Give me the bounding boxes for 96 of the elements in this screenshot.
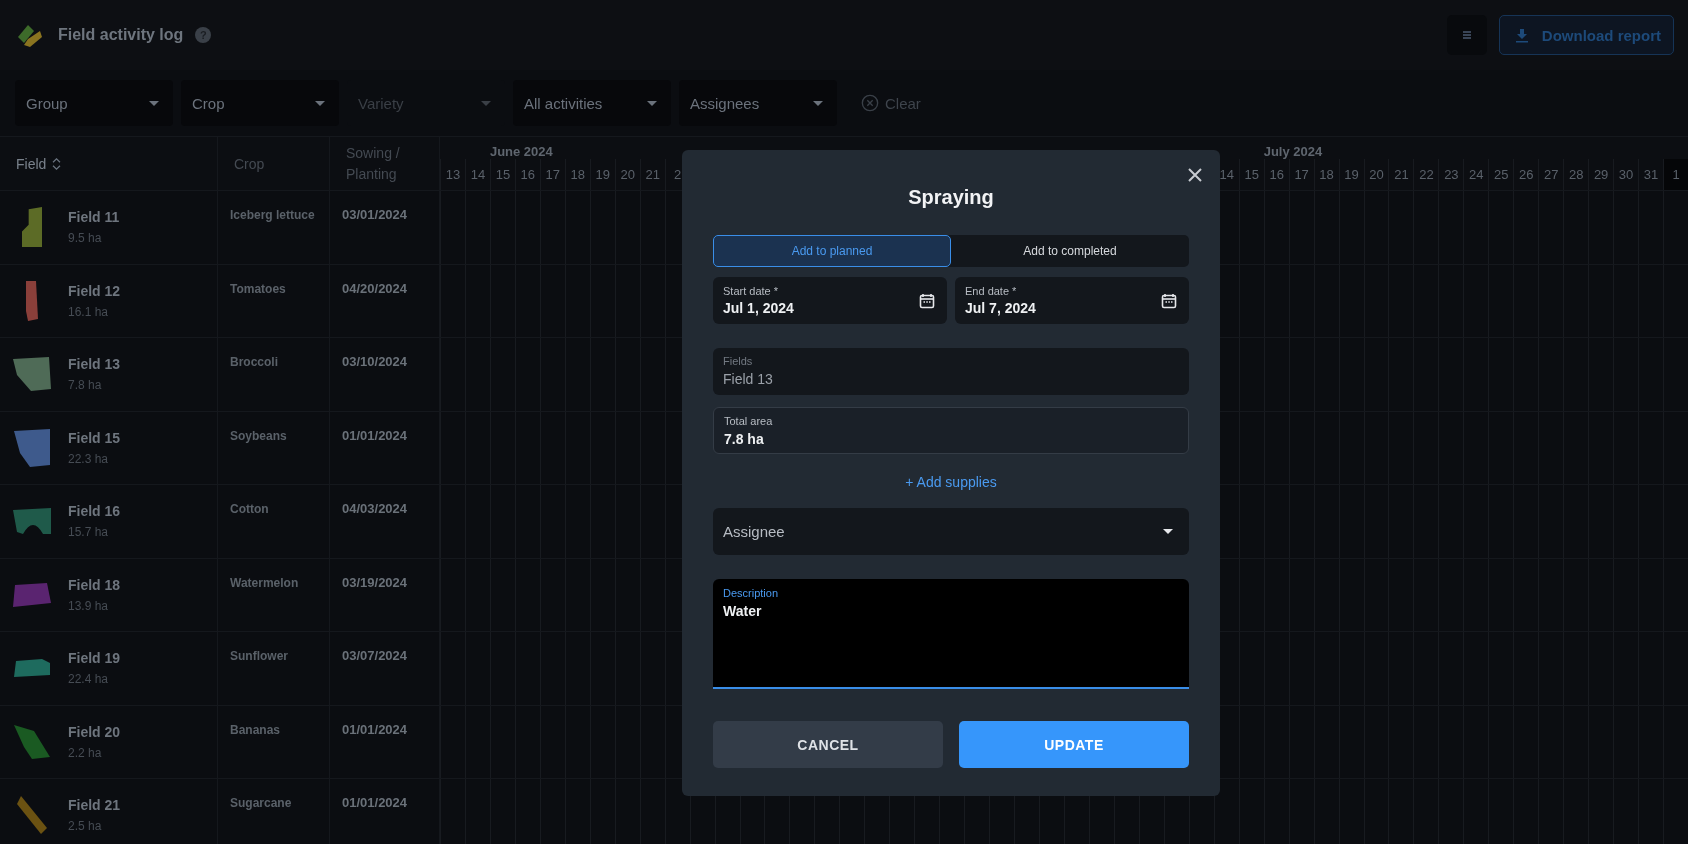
crop-name: Iceberg lettuce (230, 208, 315, 222)
month-label: June 2024 (489, 144, 554, 159)
crop-name: Sunflower (230, 649, 288, 663)
field-area: 22.3 ha (68, 451, 121, 466)
field-name[interactable]: Field 13 (68, 356, 121, 373)
day-label: 30 (1613, 159, 1639, 190)
date-field[interactable]: End date * Jul 7, 2024 (955, 277, 1189, 324)
day-label: 21 (639, 159, 665, 190)
day-label: 19 (589, 159, 615, 190)
dialog-title: Spraying (907, 186, 995, 209)
cancel-button[interactable]: CANCEL (713, 721, 943, 768)
close-circle-icon (861, 94, 879, 112)
caret-icon (481, 100, 491, 106)
mode-tab[interactable]: Add to completed (951, 235, 1189, 267)
field-area: 13.9 ha (68, 598, 121, 613)
caret-icon (315, 100, 325, 106)
mode-tab[interactable]: Add to planned (713, 235, 951, 267)
day-label: 18 (1313, 159, 1339, 190)
field-name[interactable]: Field 21 (68, 797, 121, 814)
day-label: 16 (514, 159, 540, 190)
total-area-field[interactable]: Total area 7.8 ha (713, 407, 1189, 454)
calendar-icon[interactable] (919, 292, 935, 309)
crop-name: Cotton (230, 502, 269, 516)
field-name[interactable]: Field 18 (68, 576, 121, 593)
day-label: 29 (1588, 159, 1614, 190)
field-name[interactable]: Field 12 (68, 282, 121, 299)
sowing-date: 01/01/2024 (342, 721, 408, 737)
sowing-date: 04/03/2024 (342, 501, 408, 516)
date-field[interactable]: Start date * Jul 1, 2024 (713, 277, 947, 324)
crop-name: Sugarcane (230, 796, 292, 810)
caret-icon (1163, 528, 1173, 535)
day-label: 17 (539, 159, 565, 190)
crop-name: Broccoli (230, 355, 278, 369)
column-header: Sowing / Planting (346, 143, 401, 184)
crop-name: Tomatoes (230, 281, 286, 296)
field-name[interactable]: Field 20 (68, 723, 121, 740)
filter-dropdown[interactable]: Crop (181, 80, 339, 126)
sowing-date: 03/19/2024 (342, 574, 408, 590)
caret-icon (813, 100, 823, 106)
field-area: 2.5 ha (68, 819, 121, 834)
day-label: 20 (614, 159, 640, 190)
day-label: 18 (564, 159, 590, 190)
day-label: 15 (1238, 159, 1264, 190)
page-title: Field activity log (58, 26, 184, 44)
day-label: 28 (1563, 159, 1589, 190)
day-label: 16 (1263, 159, 1289, 190)
field-area: 16.1 ha (68, 304, 121, 319)
day-label: 15 (489, 159, 515, 190)
month-label: July 2024 (1263, 144, 1324, 159)
sowing-date: 03/07/2024 (342, 648, 408, 663)
column-header: Crop (234, 155, 265, 172)
field-area: 9.5 ha (68, 231, 120, 246)
day-label: 21 (1388, 159, 1414, 190)
caret-icon (647, 100, 657, 106)
crop-name: Bananas (230, 722, 281, 737)
day-label: 27 (1538, 159, 1564, 190)
sliders-icon (1460, 29, 1473, 41)
field-name[interactable]: Field 16 (68, 503, 121, 520)
field-area: 2.2 ha (68, 745, 121, 760)
day-label: 20 (1363, 159, 1389, 190)
field-name[interactable]: Field 11 (68, 209, 120, 226)
day-label: 23 (1438, 159, 1464, 190)
column-header[interactable]: Field (16, 155, 47, 172)
day-label: 24 (1463, 159, 1489, 190)
sowing-date: 04/20/2024 (342, 280, 408, 296)
description-field[interactable]: Description Water (713, 579, 1189, 689)
day-label: 19 (1338, 159, 1364, 190)
filter-dropdown[interactable]: Group (15, 80, 173, 126)
sowing-date: 03/10/2024 (342, 354, 408, 369)
day-label: 22 (1413, 159, 1439, 190)
caret-icon (149, 100, 159, 106)
sort-icon[interactable] (52, 156, 62, 171)
field-name[interactable]: Field 15 (68, 429, 121, 446)
assignee-dropdown[interactable]: Assignee (713, 508, 1189, 555)
filter-dropdown[interactable]: All activities (513, 80, 671, 126)
day-label: 14 (464, 159, 490, 190)
field-area: 15.7 ha (68, 525, 121, 540)
day-label: 25 (1488, 159, 1514, 190)
filter-dropdown[interactable]: Assignees (679, 80, 837, 126)
day-label: 1 (1663, 159, 1688, 190)
calendar-icon[interactable] (1161, 292, 1177, 309)
day-label: 17 (1288, 159, 1314, 190)
sowing-date: 01/01/2024 (342, 427, 408, 443)
field-name[interactable]: Field 19 (68, 650, 121, 667)
crop-name: Watermelon (230, 575, 299, 590)
download-icon (1513, 27, 1530, 43)
sowing-date: 03/01/2024 (342, 207, 408, 222)
day-label: 13 (440, 159, 465, 190)
day-label: 26 (1513, 159, 1539, 190)
field-area: 7.8 ha (68, 378, 121, 393)
sowing-date: 01/01/2024 (342, 795, 408, 810)
add-supplies-link[interactable]: + Add supplies (901, 470, 1001, 494)
close-icon (1188, 168, 1202, 182)
field-area: 22.4 ha (68, 672, 121, 687)
crop-name: Soybeans (230, 428, 287, 443)
update-button[interactable]: UPDATE (959, 721, 1189, 768)
